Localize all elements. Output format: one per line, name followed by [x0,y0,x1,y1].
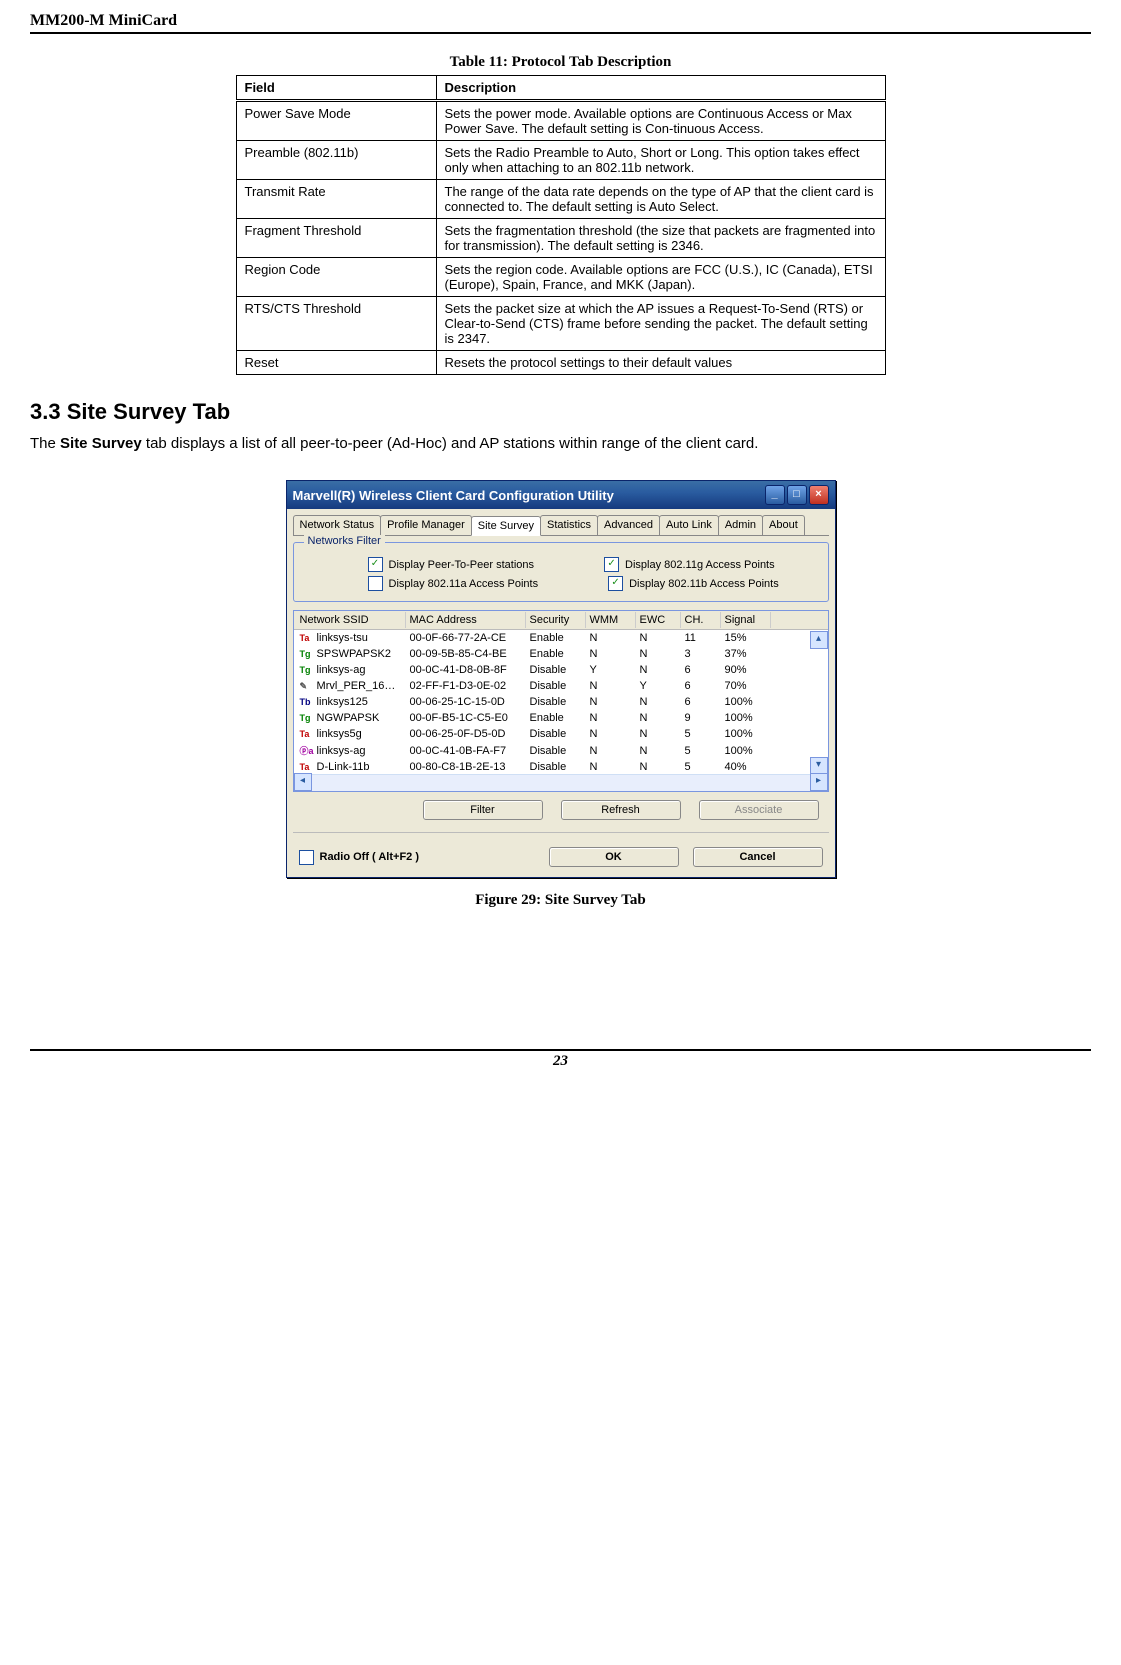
ssid-text: linksys-ag [314,745,366,757]
network-type-icon: ✎ [300,681,314,692]
listview-header: Network SSID MAC Address Security WMM EW… [294,611,828,630]
tab-profile-manager[interactable]: Profile Manager [380,515,472,535]
radio-off-checkbox[interactable]: Radio Off ( Alt+F2 ) [299,850,420,865]
associate-button[interactable]: Associate [699,800,819,820]
radio-off-label: Radio Off ( Alt+F2 ) [320,851,420,863]
list-item[interactable]: ✎ Mrvl_PER_16S ...02-FF-F1-D3-0E-02Disab… [294,678,828,694]
col-ewc[interactable]: EWC [636,612,681,628]
ssid-text: linksys5g [314,728,362,740]
network-type-icon: Tg [300,665,314,675]
check-label: Display 802.11b Access Points [629,578,779,590]
list-item[interactable]: Ta D-Link-11b00-80-C8-1B-2E-13DisableNN5… [294,759,828,775]
tab-network-status[interactable]: Network Status [293,515,382,535]
ssid-text: linksys-tsu [314,632,368,644]
checkbox-icon [368,576,383,591]
ssid-text: D-Link-11b [314,761,370,773]
ssid-text: SPSWPAPSK2 [314,648,391,660]
list-item[interactable]: Tg linksys-ag00-0C-41-D8-0B-8FDisableYN6… [294,662,828,678]
figure-caption: Figure 29: Site Survey Tab [30,892,1091,909]
checkbox-icon: ✓ [604,557,619,572]
config-dialog: Marvell(R) Wireless Client Card Configur… [286,480,836,878]
checkbox-icon [299,850,314,865]
network-type-icon: Ta [300,729,314,739]
check-label: Display 802.11a Access Points [389,578,539,590]
close-button[interactable]: × [809,485,829,505]
checkbox-icon: ✓ [368,557,383,572]
col-wmm[interactable]: WMM [586,612,636,628]
ok-button[interactable]: OK [549,847,679,867]
body-pre: The [30,435,60,452]
network-type-icon: Ta [300,762,314,772]
check-label: Display Peer-To-Peer stations [389,559,535,571]
filter-legend: Networks Filter [304,535,385,547]
scroll-right-icon[interactable]: ▸ [810,773,828,791]
network-listview[interactable]: Network SSID MAC Address Security WMM EW… [293,610,829,792]
col-ssid[interactable]: Network SSID [296,612,406,628]
col-signal[interactable]: Signal [721,612,771,628]
refresh-button[interactable]: Refresh [561,800,681,820]
table-row: Region CodeSets the region code. Availab… [236,258,885,297]
protocol-table: Field Description Power Save ModeSets th… [236,75,886,375]
list-item[interactable]: Tg SPSWPAPSK200-09-5B-85-C4-BEEnableNN33… [294,646,828,662]
th-desc: Description [436,76,885,101]
check-80211g[interactable]: ✓ Display 802.11g Access Points [604,557,775,572]
list-item[interactable]: Tb linksys12500-06-25-1C-15-0DDisableNN6… [294,694,828,710]
tab-about[interactable]: About [762,515,805,535]
tab-site-survey[interactable]: Site Survey [471,516,541,536]
list-item[interactable]: Tg NGWPAPSK00-0F-B5-1C-C5-E0EnableNN9100… [294,710,828,726]
list-item[interactable]: Ta linksys5g00-06-25-0F-D5-0DDisableNN51… [294,726,828,742]
col-security[interactable]: Security [526,612,586,628]
tab-advanced[interactable]: Advanced [597,515,660,535]
page-header: MM200-M MiniCard [30,12,1091,34]
network-type-icon: ⓟa [300,744,314,757]
tab-auto-link[interactable]: Auto Link [659,515,719,535]
h-scroll-track[interactable] [294,774,812,791]
scroll-up-icon[interactable]: ▴ [810,631,828,649]
table-row: Power Save ModeSets the power mode. Avai… [236,101,885,141]
dialog-title: Marvell(R) Wireless Client Card Configur… [293,488,614,503]
table-row: RTS/CTS ThresholdSets the packet size at… [236,297,885,351]
networks-filter-group: Networks Filter ✓ Display Peer-To-Peer s… [293,542,829,602]
table-row: Preamble (802.11b)Sets the Radio Preambl… [236,141,885,180]
check-label: Display 802.11g Access Points [625,559,775,571]
network-type-icon: Tb [300,697,314,707]
col-mac[interactable]: MAC Address [406,612,526,628]
page-footer: 23 [30,1049,1091,1070]
check-80211a[interactable]: Display 802.11a Access Points [368,576,539,591]
list-item[interactable]: Ta linksys-tsu00-0F-66-77-2A-CEEnableNN1… [294,630,828,646]
checkbox-icon: ✓ [608,576,623,591]
tab-statistics[interactable]: Statistics [540,515,598,535]
table-caption: Table 11: Protocol Tab Description [30,54,1091,71]
section-heading: 3.3 Site Survey Tab [30,399,1091,425]
section-body: The Site Survey tab displays a list of a… [30,435,1091,452]
table-row: Fragment ThresholdSets the fragmentation… [236,219,885,258]
col-ch[interactable]: CH. [681,612,721,628]
scroll-left-icon[interactable]: ◂ [294,773,312,791]
body-post: tab displays a list of all peer-to-peer … [142,435,759,452]
tab-strip: Network Status Profile Manager Site Surv… [293,515,829,536]
network-type-icon: Tg [300,649,314,659]
body-bold: Site Survey [60,435,142,452]
cancel-button[interactable]: Cancel [693,847,823,867]
separator [293,832,829,833]
tab-admin[interactable]: Admin [718,515,763,535]
ssid-text: Mrvl_PER_16S ... [314,680,404,692]
ssid-text: linksys-ag [314,664,366,676]
network-type-icon: Ta [300,633,314,643]
minimize-button[interactable]: _ [765,485,785,505]
table-row: ResetResets the protocol settings to the… [236,351,885,375]
th-field: Field [236,76,436,101]
check-80211b[interactable]: ✓ Display 802.11b Access Points [608,576,779,591]
table-row: Transmit RateThe range of the data rate … [236,180,885,219]
ssid-text: linksys125 [314,696,368,708]
maximize-button[interactable]: □ [787,485,807,505]
ssid-text: NGWPAPSK [314,712,380,724]
filter-button[interactable]: Filter [423,800,543,820]
check-peer-to-peer[interactable]: ✓ Display Peer-To-Peer stations [368,557,535,572]
network-type-icon: Tg [300,713,314,723]
list-item[interactable]: ⓟa linksys-ag00-0C-41-0B-FA-F7DisableNN5… [294,742,828,759]
